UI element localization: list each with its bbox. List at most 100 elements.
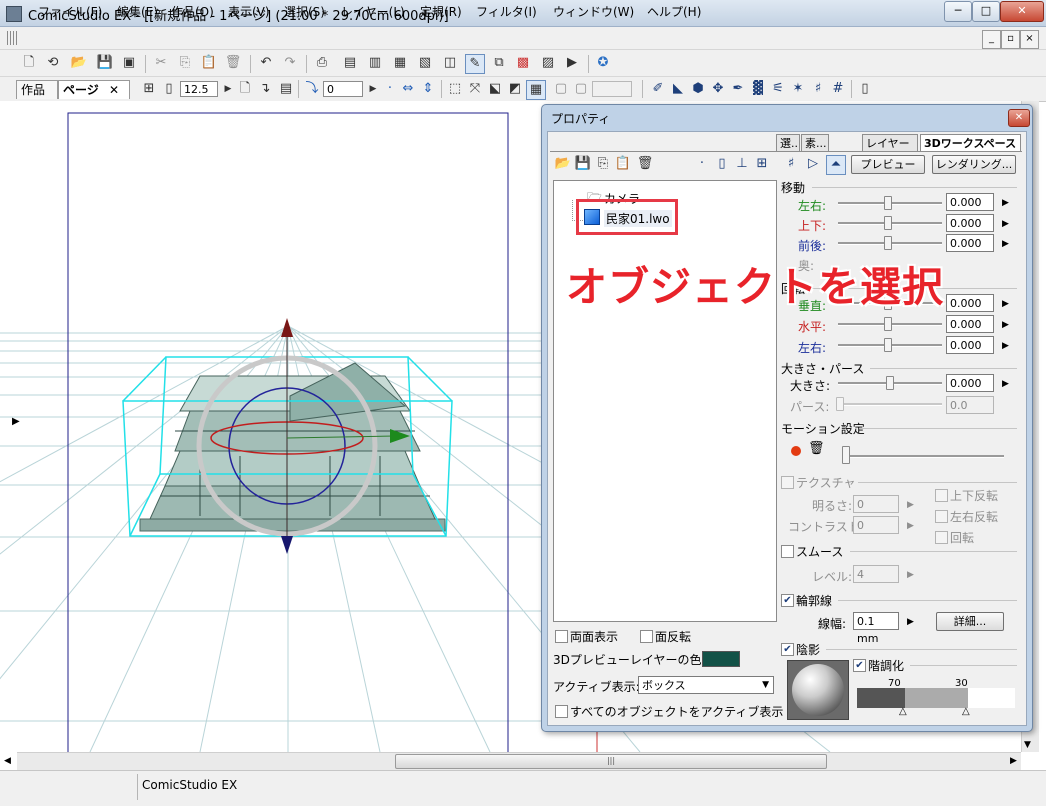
- gradation-checkbox[interactable]: ✔: [853, 659, 866, 672]
- motion-slider-thumb[interactable]: [842, 446, 850, 464]
- zoom-out-icon[interactable]: ▯: [160, 80, 178, 98]
- play-icon[interactable]: ▷: [804, 155, 822, 173]
- rotate-icon[interactable]: ⤵: [303, 80, 321, 98]
- rotate-left-right-value[interactable]: 0.000: [946, 336, 994, 354]
- save-icon[interactable]: 💾: [96, 54, 114, 72]
- copy-icon[interactable]: ⎘: [176, 54, 194, 72]
- size-value[interactable]: 0.000: [946, 374, 994, 392]
- cube-tool-icon[interactable]: ⬢: [689, 80, 707, 98]
- value-arrow-icon[interactable]: ▶: [907, 617, 914, 627]
- menu-window[interactable]: ウィンドウ(W): [553, 3, 634, 20]
- select-all-icon[interactable]: ⬚: [446, 80, 464, 98]
- active-display-select[interactable]: ボックス ▼: [638, 676, 774, 694]
- maximize-button[interactable]: □: [972, 1, 1000, 22]
- menu-select[interactable]: 選択(S): [284, 3, 325, 20]
- new-page-icon[interactable]: ⟲: [44, 54, 62, 72]
- move-front-back-value[interactable]: 0.000: [946, 234, 994, 252]
- doc-minimize-button[interactable]: _: [982, 30, 1001, 49]
- brush-tool-icon[interactable]: ✒: [729, 80, 747, 98]
- slider-thumb[interactable]: [884, 317, 892, 331]
- properties-icon[interactable]: ✎: [465, 54, 485, 74]
- redo-icon[interactable]: ↷: [281, 54, 299, 72]
- menu-ruler[interactable]: 定規(R): [420, 3, 462, 20]
- trash-icon[interactable]: 🗑: [808, 441, 825, 456]
- slider-thumb[interactable]: [886, 376, 894, 390]
- triangle-tool-icon[interactable]: ◣: [669, 80, 687, 98]
- smooth-checkbox[interactable]: [781, 545, 794, 558]
- pattern-tool-icon[interactable]: ✥: [709, 80, 727, 98]
- save-as-icon[interactable]: ▣: [120, 54, 138, 72]
- grid2-tool-icon[interactable]: #: [829, 80, 847, 98]
- flip-vertical-checkbox[interactable]: [935, 489, 948, 502]
- both-sides-checkbox[interactable]: [555, 630, 568, 643]
- tab-work[interactable]: 作品: [16, 80, 58, 99]
- transform-icon[interactable]: ⤧: [466, 80, 484, 98]
- render-button[interactable]: レンダリング...: [932, 155, 1016, 174]
- color-icon[interactable]: ▩: [514, 54, 532, 72]
- quick-mask-icon[interactable]: ◩: [506, 80, 524, 98]
- flip-vertical-icon[interactable]: ⇕: [419, 80, 437, 98]
- grid-hash-icon[interactable]: ♯: [782, 155, 800, 173]
- value-arrow-icon[interactable]: ▶: [1002, 198, 1009, 208]
- tab-close-icon[interactable]: ✕: [109, 83, 119, 97]
- tab-layer[interactable]: レイヤー: [862, 134, 918, 151]
- scroll-right-arrow-icon[interactable]: ▶: [1010, 756, 1017, 766]
- rotate-left-icon[interactable]: ↴: [256, 80, 274, 98]
- line-width-value[interactable]: 0.1 mm: [853, 612, 899, 645]
- zoom-field[interactable]: 12.5: [180, 81, 218, 97]
- texture-rotate-checkbox[interactable]: [935, 531, 948, 544]
- pen-tool-icon[interactable]: ✐: [649, 80, 667, 98]
- tab-3d-workspace[interactable]: 3Dワークスペース: [920, 134, 1021, 151]
- flip-horizontal-icon[interactable]: ⇔: [399, 80, 417, 98]
- doc-close-button[interactable]: ×: [1020, 30, 1039, 49]
- fit-page-icon[interactable]: 🗋: [236, 80, 254, 98]
- detail-button[interactable]: 詳細...: [936, 612, 1004, 631]
- rotate-field[interactable]: 0: [323, 81, 363, 97]
- menu-view[interactable]: 表示(V): [228, 3, 270, 20]
- slider-thumb[interactable]: [884, 236, 892, 250]
- rotate-horizontal-value[interactable]: 0.000: [946, 315, 994, 333]
- tone-tool-icon[interactable]: ▓: [749, 80, 767, 98]
- ground-icon[interactable]: ⊥: [733, 155, 751, 173]
- paste-icon[interactable]: 📋: [200, 54, 218, 72]
- slider-thumb[interactable]: [884, 338, 892, 352]
- zoom-icon[interactable]: ⊞: [140, 80, 158, 98]
- tab-selection[interactable]: 選...: [776, 134, 800, 151]
- rotate-menu-arrow[interactable]: ▶: [364, 80, 382, 98]
- copy-icon[interactable]: ⎘: [594, 155, 612, 173]
- ruler-icon[interactable]: ▢: [552, 80, 570, 98]
- menu-file[interactable]: ファイル(F): [38, 3, 102, 20]
- navigator-icon[interactable]: ▧: [416, 54, 434, 72]
- value-arrow-icon[interactable]: ▶: [1002, 379, 1009, 389]
- flip-horizontal-checkbox[interactable]: [935, 510, 948, 523]
- menu-edit[interactable]: 編集(E): [117, 3, 158, 20]
- motion-slider[interactable]: [846, 455, 1004, 458]
- slider-thumb[interactable]: [884, 196, 892, 210]
- minimize-button[interactable]: ─: [944, 1, 972, 22]
- properties-close-button[interactable]: ✕: [1008, 109, 1030, 127]
- rotate-vertical-value[interactable]: 0.000: [946, 294, 994, 312]
- print-icon[interactable]: ⎙: [313, 54, 331, 72]
- menu-help[interactable]: ヘルプ(H): [647, 3, 701, 20]
- layer-palette-icon[interactable]: ▥: [366, 54, 384, 72]
- preview-color-swatch[interactable]: [702, 651, 740, 667]
- open-folder-icon[interactable]: 📂: [70, 54, 88, 72]
- dot-icon[interactable]: ·: [693, 155, 711, 173]
- gradation-marker-icon[interactable]: △: [899, 706, 907, 717]
- action-icon[interactable]: ▶: [563, 54, 581, 72]
- tab-page[interactable]: ページ ✕: [58, 80, 130, 99]
- scroll-down-arrow-icon[interactable]: ▼: [1024, 740, 1031, 750]
- selection-view-icon[interactable]: ▦: [526, 80, 546, 100]
- object-tree[interactable]: [553, 180, 777, 622]
- paste-icon[interactable]: 📋: [614, 155, 632, 173]
- record-icon[interactable]: [791, 446, 801, 456]
- cut-icon[interactable]: ✂: [152, 54, 170, 72]
- reset-rotate-icon[interactable]: ·: [381, 80, 399, 98]
- history-icon[interactable]: ⧉: [490, 54, 508, 72]
- burst-tool-icon[interactable]: ✶: [789, 80, 807, 98]
- ray-tool-icon[interactable]: ⚟: [769, 80, 787, 98]
- zoom-menu-arrow[interactable]: ▶: [219, 80, 237, 98]
- flip-face-checkbox[interactable]: [640, 630, 653, 643]
- undo-icon[interactable]: ↶: [257, 54, 275, 72]
- move-up-down-value[interactable]: 0.000: [946, 214, 994, 232]
